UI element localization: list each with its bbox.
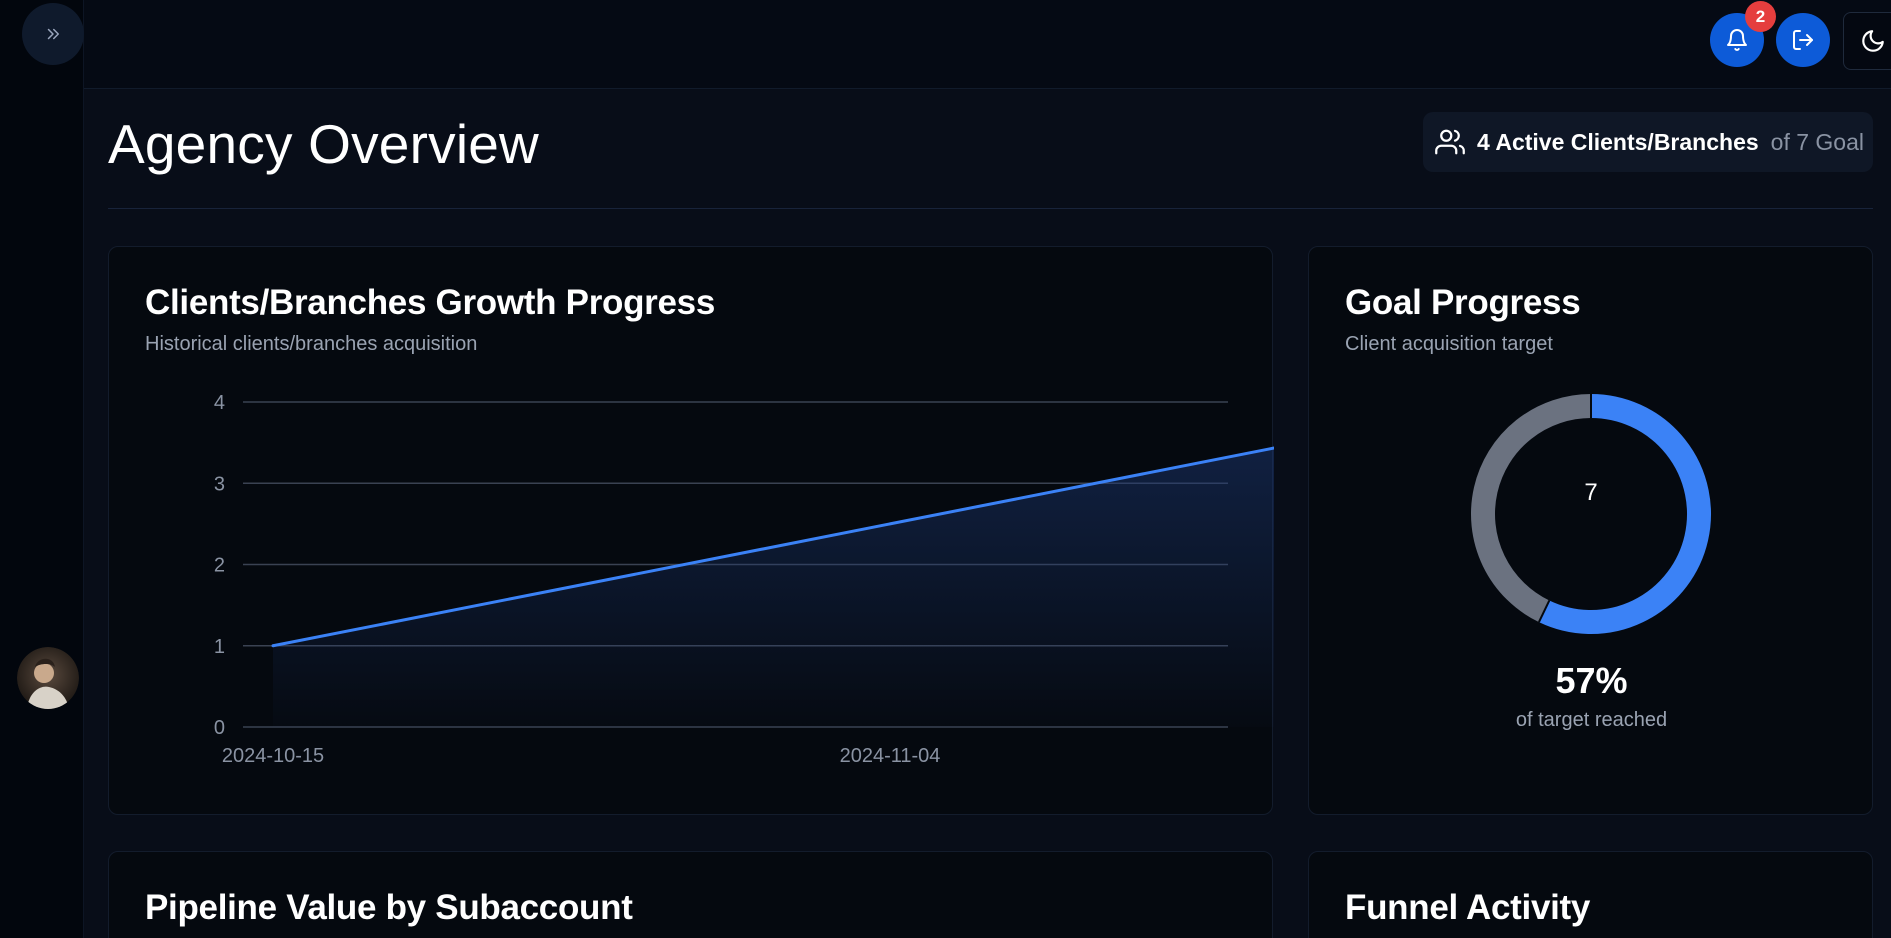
x-tick-label: 2024-11-04: [840, 745, 941, 767]
page-title: Agency Overview: [108, 113, 539, 175]
donut-slice-achieved: [1538, 394, 1711, 634]
data-point: [271, 644, 275, 648]
active-clients-stat: 4 Active Clients/Branches of 7 Goal: [1423, 112, 1873, 172]
active-clients-count: 4 Active Clients/Branches: [1477, 128, 1759, 155]
donut-center-label: 7: [1584, 479, 1598, 506]
bell-icon: [1727, 29, 1747, 51]
sidebar-toggle-button[interactable]: [22, 3, 84, 65]
theme-toggle-button[interactable]: [1843, 12, 1891, 70]
moon-icon: [1862, 30, 1884, 52]
funnel-card-title: Funnel Activity: [1345, 888, 1591, 927]
growth-line-chart: 0 1 2 3 4 2024-10-15 2024-11-04: [214, 392, 1274, 767]
funnel-activity-card: Funnel Activity: [1308, 851, 1873, 938]
avatar[interactable]: [17, 647, 79, 709]
top-bar: [84, 0, 1891, 89]
goal-progress-card: Goal Progress Client acquisition target …: [1308, 246, 1873, 815]
user-photo-icon: [17, 647, 79, 709]
pipeline-value-card: Pipeline Value by Subaccount: [108, 851, 1273, 938]
pipeline-card-title: Pipeline Value by Subaccount: [145, 888, 633, 927]
y-tick-label: 0: [214, 717, 225, 739]
y-tick-label: 2: [214, 555, 225, 577]
notification-count-badge: 2: [1745, 1, 1776, 32]
title-divider: [108, 208, 1873, 209]
goal-percent: 57%: [1555, 660, 1628, 701]
goal-caption: of target reached: [1515, 709, 1668, 731]
growth-progress-card: Clients/Branches Growth Progress Histori…: [108, 246, 1274, 815]
users-icon: [1435, 129, 1465, 155]
x-tick-label: 2024-10-15: [222, 745, 324, 767]
y-tick-label: 4: [214, 392, 225, 414]
y-tick-label: 3: [214, 473, 225, 495]
chevrons-right-icon: [47, 28, 59, 40]
sidebar: [0, 0, 84, 938]
logout-icon: [1793, 30, 1813, 50]
clients-goal-label: of 7 Goal: [1770, 128, 1864, 155]
logout-button[interactable]: [1776, 13, 1830, 67]
y-tick-label: 1: [214, 636, 225, 658]
